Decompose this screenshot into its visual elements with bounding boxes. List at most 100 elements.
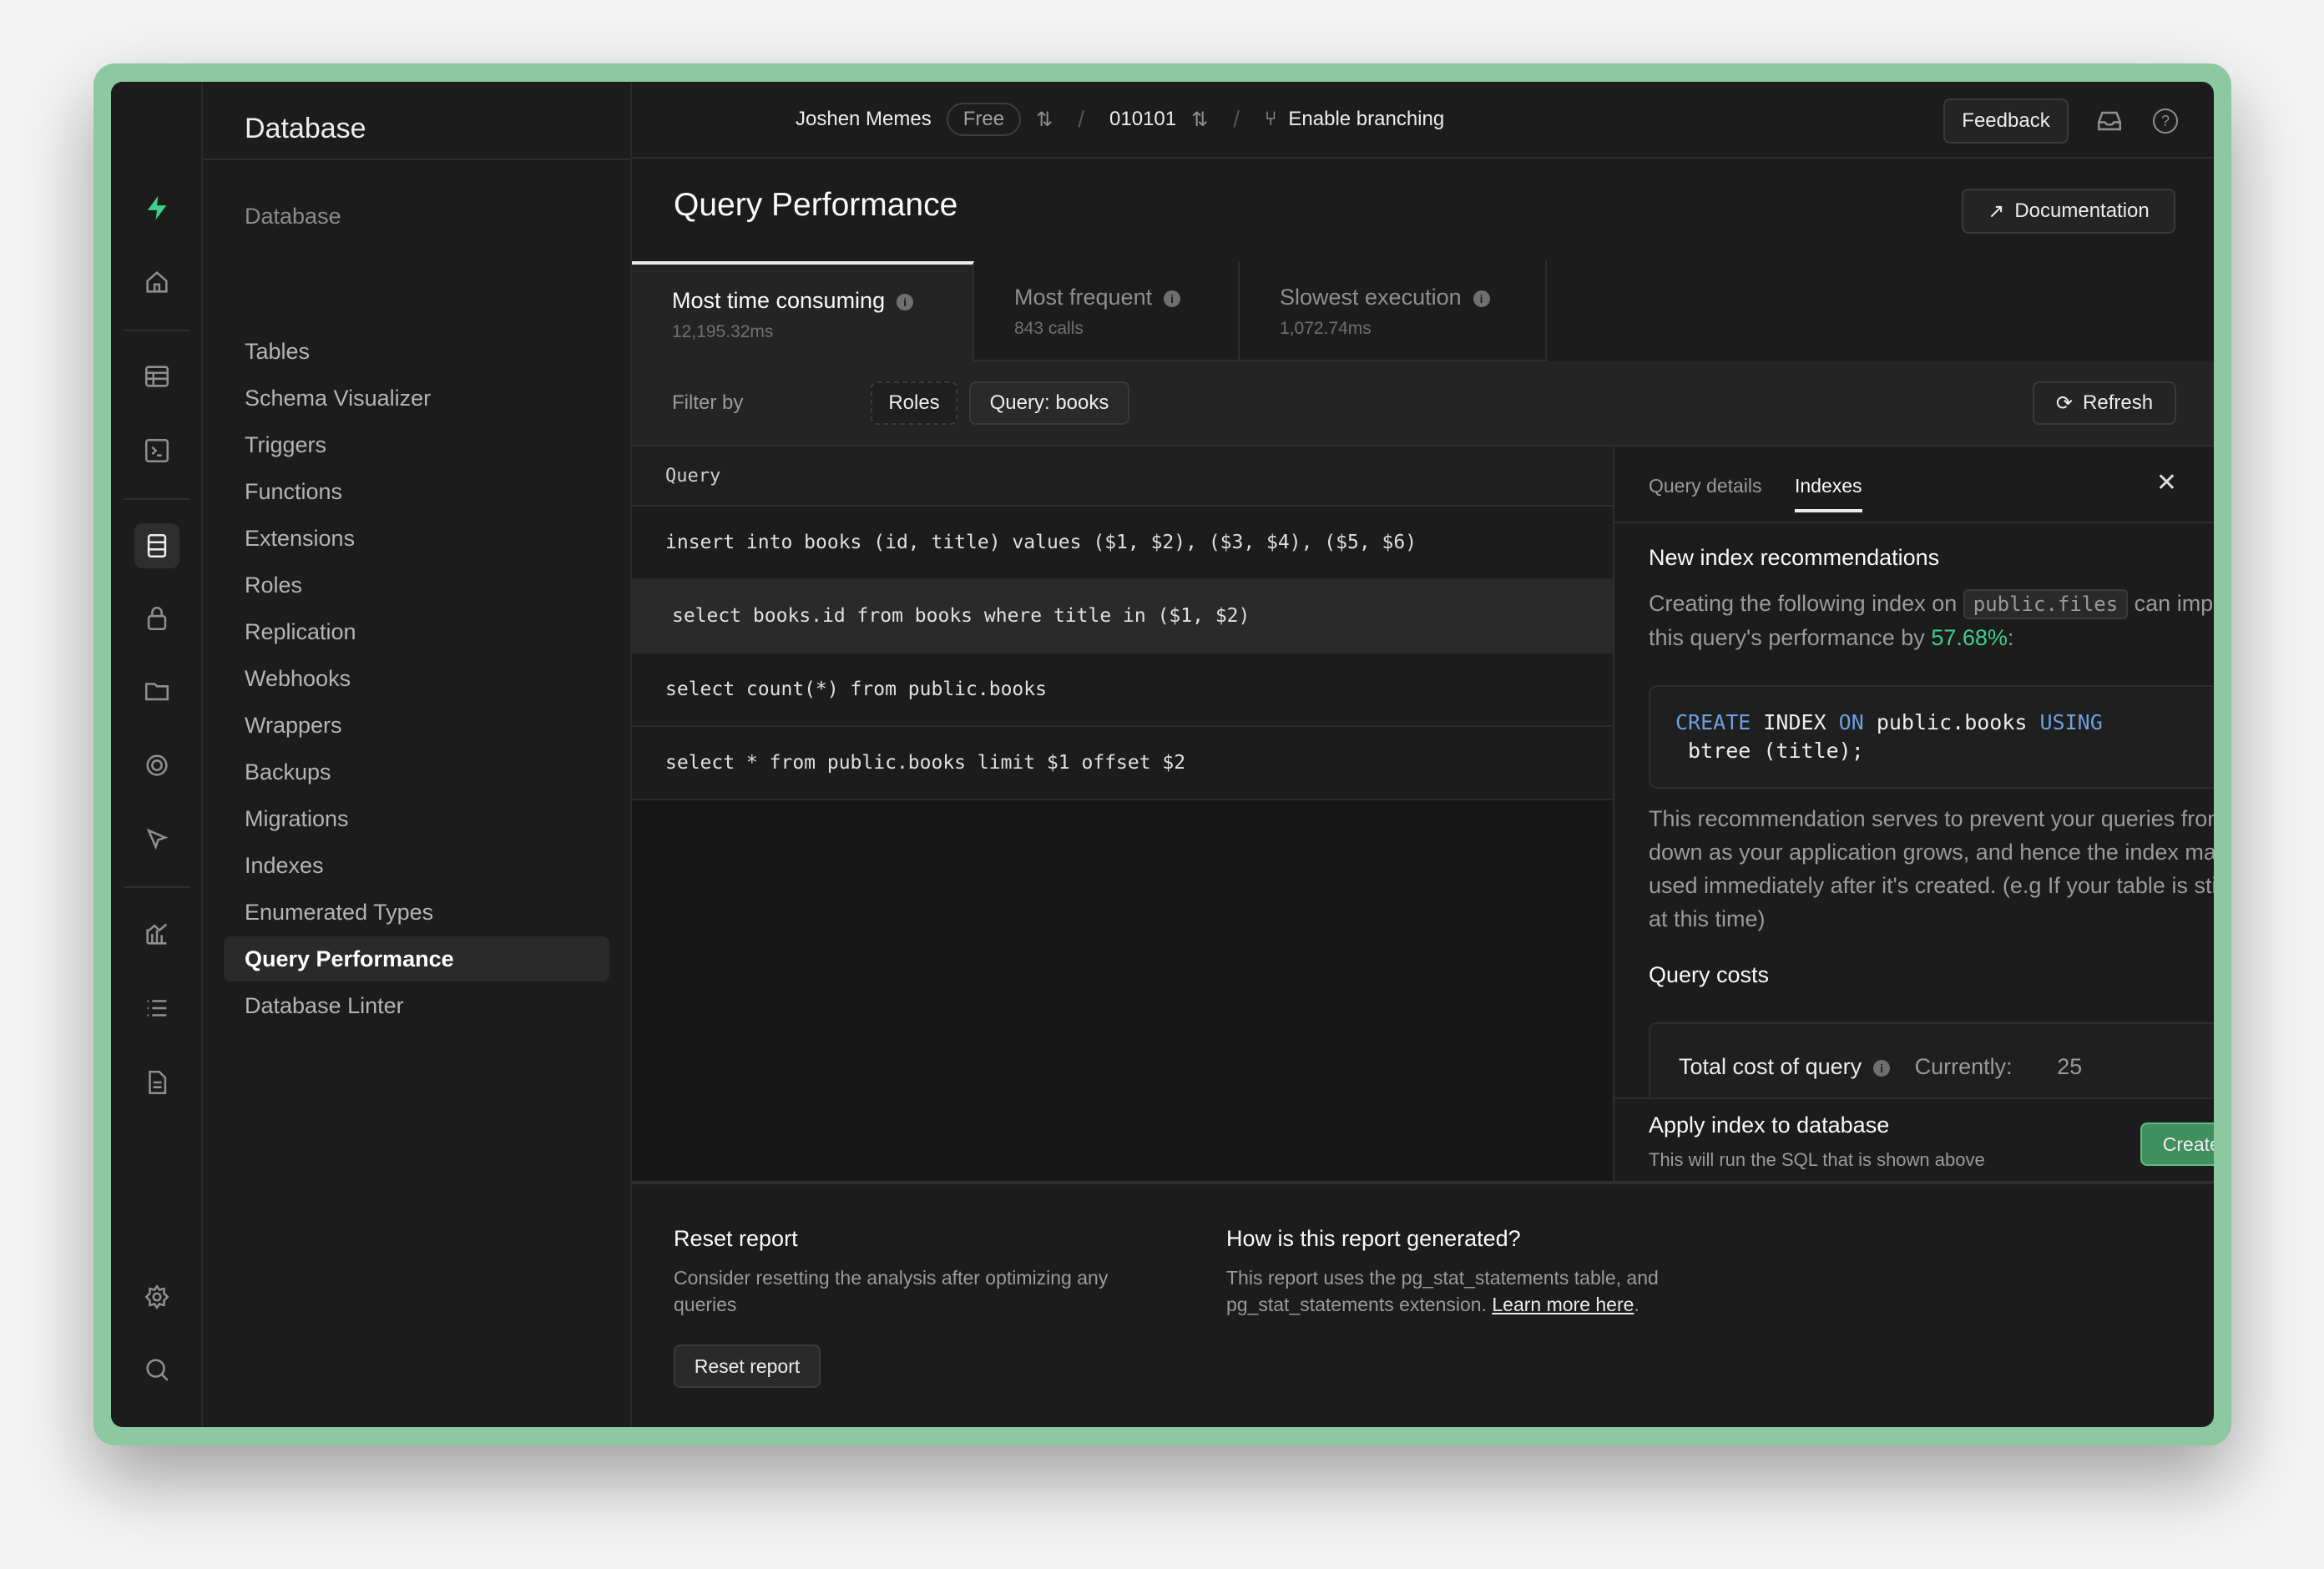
tab-most-frequent[interactable]: Most frequent i 843 calls bbox=[974, 261, 1240, 361]
breadcrumb-separator: / bbox=[1233, 106, 1240, 132]
tab-metric: 1,072.74ms bbox=[1280, 319, 1372, 338]
filter-bar: Filter by Roles Query: books ⟳ Refresh bbox=[632, 361, 2214, 446]
database-sidebar: Database Database Tables Schema Visualize… bbox=[203, 82, 632, 1427]
supabase-logo-icon[interactable] bbox=[134, 185, 179, 230]
text: can improve bbox=[2134, 591, 2214, 616]
reports-chart-icon[interactable] bbox=[134, 911, 179, 956]
query-table: Query insert into books (id, title) valu… bbox=[632, 446, 1614, 1181]
table-name-code: public.files bbox=[1963, 589, 2129, 619]
sidebar-item-database-linter[interactable]: Database Linter bbox=[224, 983, 609, 1028]
info-icon: i bbox=[1164, 290, 1181, 307]
enable-branching-button[interactable]: Enable branching bbox=[1288, 108, 1444, 131]
apply-title: Apply index to database bbox=[1649, 1112, 1890, 1138]
query-filter-button[interactable]: Query: books bbox=[969, 381, 1129, 425]
how-generated-text: This report uses the pg_stat_statements … bbox=[1226, 1264, 1727, 1318]
divider bbox=[124, 330, 189, 331]
sidebar-item-query-performance[interactable]: Query Performance bbox=[224, 936, 609, 981]
recommendation-note: This recommendation serves to prevent yo… bbox=[1649, 806, 2214, 931]
tab-most-time-consuming[interactable]: Most time consuming i 12,195.32ms bbox=[632, 261, 974, 361]
settings-gear-icon[interactable] bbox=[134, 1274, 179, 1319]
edge-functions-icon[interactable] bbox=[134, 816, 179, 861]
external-link-icon: ↗ bbox=[1988, 199, 2005, 223]
sql-editor-icon[interactable] bbox=[134, 428, 179, 473]
sql-keyword: ON bbox=[1838, 710, 1864, 734]
inbox-icon[interactable] bbox=[2095, 107, 2124, 135]
refresh-button[interactable]: ⟳ Refresh bbox=[2033, 381, 2176, 425]
sidebar-item-tables[interactable]: Tables bbox=[224, 329, 609, 374]
realtime-icon[interactable] bbox=[134, 743, 179, 788]
sidebar-item-extensions[interactable]: Extensions bbox=[224, 516, 609, 561]
documentation-label: Documentation bbox=[2014, 199, 2150, 222]
divider bbox=[124, 886, 189, 888]
table-row[interactable]: select count(*) from public.books bbox=[632, 653, 1613, 727]
create-index-button[interactable]: Create index bbox=[2140, 1123, 2214, 1166]
roles-filter-button[interactable]: Roles bbox=[871, 381, 957, 425]
org-switcher-chevron-icon[interactable]: ⇅ bbox=[1036, 108, 1053, 132]
sidebar-section-label: Database bbox=[245, 204, 341, 229]
reset-report-button[interactable]: Reset report bbox=[674, 1344, 821, 1388]
query-costs-heading: Query costs bbox=[1649, 962, 1770, 987]
sql-text: public.books bbox=[1863, 710, 2040, 734]
table-row[interactable]: select * from public.books limit $1 offs… bbox=[632, 727, 1613, 800]
documentation-button[interactable]: ↗ Documentation bbox=[1962, 189, 2175, 234]
feedback-button[interactable]: Feedback bbox=[1943, 98, 2069, 144]
sidebar-item-indexes[interactable]: Indexes bbox=[224, 843, 609, 888]
sidebar-item-roles[interactable]: Roles bbox=[224, 563, 609, 608]
sidebar-item-backups[interactable]: Backups bbox=[224, 749, 609, 795]
project-switcher-chevron-icon[interactable]: ⇅ bbox=[1191, 108, 1208, 132]
apply-subtitle: This will run the SQL that is shown abov… bbox=[1649, 1149, 1985, 1170]
table-editor-icon[interactable] bbox=[134, 354, 179, 399]
storage-icon[interactable] bbox=[134, 668, 179, 714]
text: : bbox=[2007, 625, 2014, 650]
plan-badge: Free bbox=[946, 103, 1022, 136]
sql-code-block[interactable]: CREATE INDEX ON public.books USING btree… bbox=[1649, 685, 2214, 789]
main-content: Joshen Memes Free ⇅ / 010101 ⇅ / ⑂ Enabl… bbox=[632, 82, 2214, 1427]
sidebar-item-triggers[interactable]: Triggers bbox=[224, 422, 609, 467]
sidebar-item-webhooks[interactable]: Webhooks bbox=[224, 656, 609, 701]
sidebar-item-migrations[interactable]: Migrations bbox=[224, 796, 609, 841]
help-icon[interactable]: ? bbox=[2153, 108, 2178, 134]
column-header-query: Query bbox=[632, 446, 1613, 507]
tab-label: Slowest execution bbox=[1280, 285, 1462, 310]
org-name[interactable]: Joshen Memes bbox=[796, 108, 932, 131]
tab-metric: 12,195.32ms bbox=[672, 322, 774, 341]
auth-lock-icon[interactable] bbox=[134, 596, 179, 641]
text: . bbox=[1634, 1294, 1639, 1315]
database-icon[interactable] bbox=[134, 523, 179, 568]
refresh-icon: ⟳ bbox=[2055, 391, 2074, 415]
sidebar-item-wrappers[interactable]: Wrappers bbox=[224, 703, 609, 748]
table-row[interactable]: insert into books (id, title) values ($1… bbox=[632, 507, 1613, 580]
divider bbox=[203, 159, 630, 160]
api-docs-icon[interactable] bbox=[134, 1060, 179, 1105]
text: Creating the following index on bbox=[1649, 591, 1958, 616]
panel-tabs: Query details Indexes ✕ bbox=[1614, 446, 2214, 523]
reset-report-heading: Reset report bbox=[674, 1226, 798, 1251]
git-branch-icon: ⑂ bbox=[1264, 108, 1277, 130]
sidebar-item-enumerated-types[interactable]: Enumerated Types bbox=[224, 890, 609, 935]
project-name[interactable]: 010101 bbox=[1109, 108, 1176, 131]
close-icon[interactable]: ✕ bbox=[2156, 468, 2177, 497]
sidebar-item-functions[interactable]: Functions bbox=[224, 469, 609, 514]
query-detail-panel: Query details Indexes ✕ New index recomm… bbox=[1614, 446, 2214, 1181]
tab-label: Most time consuming bbox=[672, 288, 886, 313]
home-icon[interactable] bbox=[134, 260, 179, 305]
tab-query-details[interactable]: Query details bbox=[1649, 475, 1762, 497]
sql-keyword: USING bbox=[2039, 710, 2103, 734]
sidebar-item-replication[interactable]: Replication bbox=[224, 609, 609, 654]
breadcrumb-separator: / bbox=[1078, 106, 1084, 132]
how-generated-heading: How is this report generated? bbox=[1226, 1226, 1521, 1251]
page-title: Query Performance bbox=[674, 187, 958, 223]
tab-label: Most frequent bbox=[1014, 285, 1153, 310]
sidebar-item-schema-visualizer[interactable]: Schema Visualizer bbox=[224, 376, 609, 421]
tab-slowest-execution[interactable]: Slowest execution i 1,072.74ms bbox=[1240, 261, 1547, 361]
sql-text: btree (title); bbox=[1675, 739, 1864, 763]
tab-indexes[interactable]: Indexes bbox=[1795, 475, 1862, 512]
recommendation-text: Creating the following index on public.f… bbox=[1649, 587, 2214, 654]
learn-more-link[interactable]: Learn more here bbox=[1492, 1294, 1634, 1315]
info-icon: i bbox=[897, 294, 914, 310]
sql-text: INDEX bbox=[1751, 710, 1839, 734]
table-row[interactable]: select books.id from books where title i… bbox=[632, 580, 1613, 653]
search-icon[interactable] bbox=[134, 1347, 179, 1392]
logs-list-icon[interactable] bbox=[134, 986, 179, 1031]
app-window: Database Database Tables Schema Visualize… bbox=[111, 82, 2214, 1427]
